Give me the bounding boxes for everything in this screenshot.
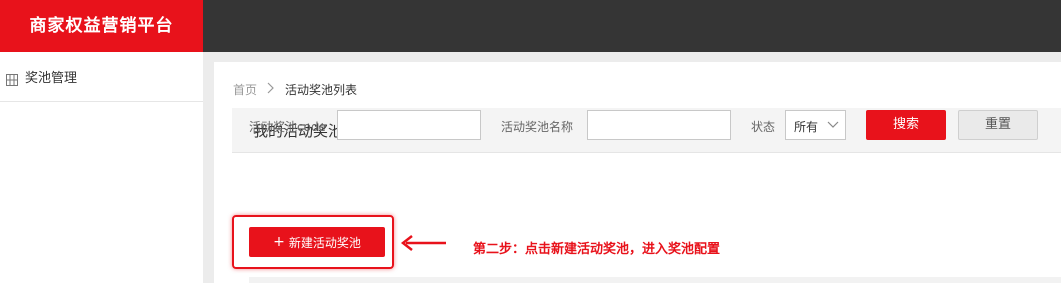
new-prize-pool-button[interactable]: + 新建活动奖池 bbox=[249, 227, 385, 257]
table-area-edge bbox=[249, 277, 1061, 283]
annotation-text: 第二步：点击新建活动奖池，进入奖池配置 bbox=[473, 242, 721, 257]
search-button[interactable]: 搜索 bbox=[866, 110, 946, 140]
sidebar-item-label: 奖池管理 bbox=[25, 71, 78, 86]
status-label: 状态 bbox=[751, 120, 776, 134]
breadcrumb: 首页 活动奖池列表 bbox=[233, 81, 357, 98]
new-prize-pool-label: 新建活动奖池 bbox=[288, 235, 361, 250]
breadcrumb-home[interactable]: 首页 bbox=[233, 81, 257, 98]
name-label: 活动奖池名称 bbox=[501, 120, 574, 134]
status-select-value: 所有 bbox=[794, 120, 819, 134]
arrow-left-icon bbox=[400, 235, 446, 251]
status-select[interactable]: 所有 bbox=[785, 110, 846, 140]
brand-title: 商家权益营销平台 bbox=[0, 0, 203, 52]
code-input[interactable] bbox=[337, 110, 481, 140]
plus-icon: + bbox=[273, 234, 285, 250]
breadcrumb-current: 活动奖池列表 bbox=[285, 83, 358, 97]
reset-button[interactable]: 重置 bbox=[958, 110, 1038, 140]
grid-icon bbox=[6, 71, 18, 86]
chevron-right-icon bbox=[267, 82, 275, 98]
sidebar-item-prize-pool[interactable]: 奖池管理 bbox=[0, 52, 203, 102]
sidebar: 奖池管理 bbox=[0, 52, 203, 283]
chevron-down-icon bbox=[827, 118, 839, 133]
code-label: 活动奖池code bbox=[249, 120, 326, 134]
name-input[interactable] bbox=[587, 110, 731, 140]
